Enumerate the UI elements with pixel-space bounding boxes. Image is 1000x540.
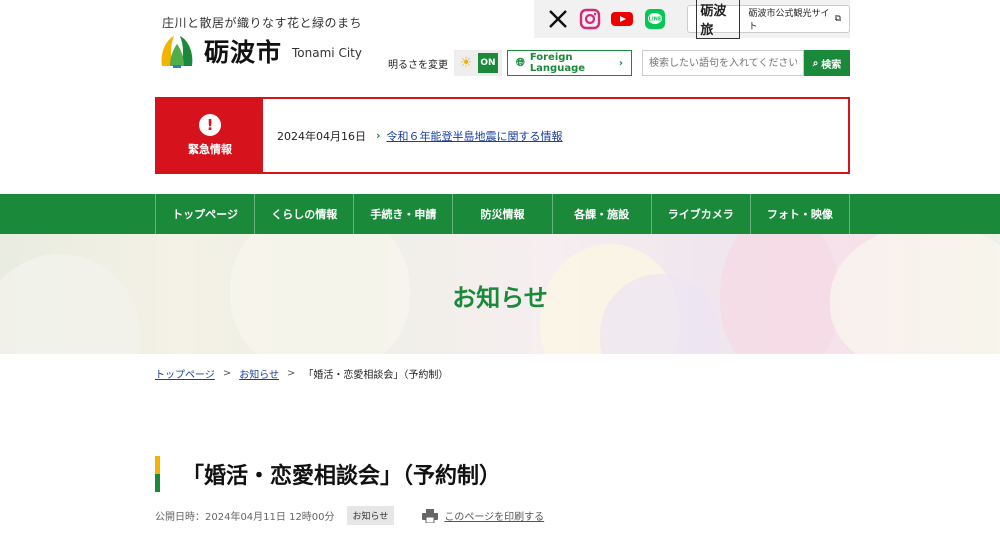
logo-name: 砺波市 — [204, 38, 283, 67]
brightness-toggle[interactable]: ☀ ON — [454, 50, 502, 76]
category-badge: お知らせ — [346, 506, 395, 525]
article-heading: 「婚活・恋愛相談会」（予約制） — [155, 456, 501, 492]
page-title: 「婚活・恋愛相談会」（予約制） — [182, 464, 502, 489]
external-link-icon: ⧉ — [834, 14, 842, 24]
youtube-icon[interactable] — [610, 7, 634, 31]
breadcrumb-current: 「婚活・恋愛相談会」（予約制） — [303, 370, 449, 381]
tourism-site-link[interactable]: 砺波旅 砺波市公式観光サイト ⧉ — [687, 0, 851, 39]
globe-icon: 🌐︎ — [516, 56, 525, 69]
hero-banner: お知らせ — [0, 234, 1000, 354]
article-meta: 公開日時：2024年04月11日 12時00分 お知らせ このページを印刷する — [155, 506, 544, 525]
alert-icon: ! — [199, 114, 221, 136]
search-input[interactable] — [642, 50, 804, 76]
emergency-link[interactable]: 令和６年能登半島地震に関する情報 — [387, 128, 563, 144]
logo-english: Tonami City — [292, 46, 362, 60]
x-icon[interactable] — [546, 7, 569, 31]
published-date: 公開日時：2024年04月11日 12時00分 — [155, 512, 335, 523]
line-icon[interactable]: LINE — [643, 7, 666, 31]
city-emblem-icon — [158, 32, 196, 70]
search-button-label: 検索 — [821, 59, 842, 71]
nav-item-procedures[interactable]: 手続き・申請 — [353, 194, 452, 234]
nav-item-departments[interactable]: 各課・施設 — [551, 194, 651, 234]
emergency-date: 2024年04月16日 — [277, 129, 366, 143]
chevron-right-icon: › — [376, 129, 381, 142]
brightness-control: 明るさを変更 ☀ ON — [388, 50, 502, 76]
nav-item-photo-video[interactable]: フォト・映像 — [749, 194, 850, 234]
hero-title: お知らせ — [452, 284, 548, 312]
emergency-label-block: ! 緊急情報 — [157, 99, 263, 172]
foreign-language-button[interactable]: 🌐︎ Foreign Language › — [507, 50, 632, 76]
breadcrumb-separator: > — [222, 368, 232, 379]
breadcrumb: トップページ > お知らせ > 「婚活・恋愛相談会」（予約制） — [155, 366, 448, 381]
global-nav: トップページ くらしの情報 手続き・申請 防災情報 各課・施設 ライブカメラ フ… — [0, 194, 1000, 234]
search-button[interactable]: ⌕ 検索 — [804, 50, 850, 76]
nav-item-disaster[interactable]: 防災情報 — [452, 194, 551, 234]
site-tagline: 庄川と散居が織りなす花と緑のまち — [162, 16, 363, 30]
brightness-label: 明るさを変更 — [388, 59, 448, 71]
emergency-title: 緊急情報 — [188, 143, 232, 156]
brightness-state: ON — [478, 53, 498, 73]
emergency-item: 2024年04月16日 › 令和６年能登半島地震に関する情報 — [263, 99, 563, 172]
foreign-language-label: Foreign Language — [529, 52, 586, 74]
site-header: 庄川と散居が織りなす花と緑のまち 砺波市 Tonami City LINE 砺波… — [0, 0, 1000, 90]
sun-icon: ☀ — [459, 55, 473, 71]
site-search: ⌕ 検索 — [642, 50, 850, 76]
title-accent-bar — [155, 456, 160, 492]
line-icon-label: LINE — [649, 17, 662, 23]
social-bar: LINE 砺波旅 砺波市公式観光サイト ⧉ — [534, 0, 851, 39]
breadcrumb-home[interactable]: トップページ — [155, 366, 215, 381]
print-link[interactable]: このページを印刷する — [444, 508, 544, 523]
instagram-icon[interactable] — [578, 7, 601, 31]
tourism-logo: 砺波旅 — [696, 0, 741, 39]
nav-item-top[interactable]: トップページ — [155, 194, 254, 234]
chevron-right-icon: › — [618, 57, 623, 69]
printer-icon — [422, 508, 439, 523]
search-icon: ⌕ — [812, 57, 819, 69]
breadcrumb-separator: > — [287, 368, 296, 379]
nav-item-living[interactable]: くらしの情報 — [254, 194, 353, 234]
nav-item-live-camera[interactable]: ライブカメラ — [650, 194, 750, 234]
breadcrumb-section[interactable]: お知らせ — [239, 366, 279, 381]
emergency-banner: ! 緊急情報 2024年04月16日 › 令和６年能登半島地震に関する情報 — [155, 97, 850, 174]
site-logo[interactable]: 砺波市 Tonami City — [158, 32, 362, 70]
print-page-button[interactable]: このページを印刷する — [422, 508, 544, 523]
tourism-text: 砺波市公式観光サイト — [748, 9, 830, 32]
